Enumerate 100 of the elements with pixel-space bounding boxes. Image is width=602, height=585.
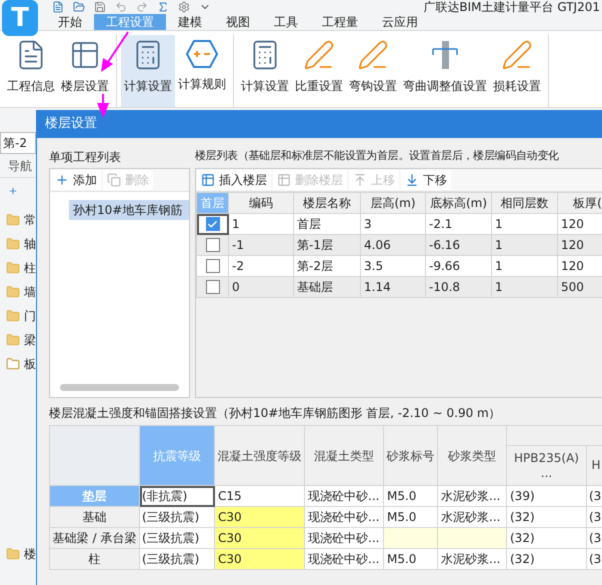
checkbox[interactable]	[206, 217, 220, 231]
redo-icon[interactable]	[136, 1, 148, 13]
ribbon-button[interactable]: 弯曲调整值设置	[400, 35, 490, 107]
folder-icon[interactable]	[6, 547, 20, 561]
table-cell: (32)	[506, 548, 586, 570]
open-folder-icon[interactable]	[6, 357, 20, 371]
ribbon-tab[interactable]: 工程量	[310, 14, 370, 30]
column-header[interactable]: 楼层名称	[294, 192, 360, 214]
table-cell: (三级抗震)	[140, 528, 214, 548]
ribbon-button[interactable]: 计算设置	[238, 35, 292, 107]
open-folder-icon[interactable]	[73, 1, 85, 13]
column-header[interactable]: 相同层数	[492, 192, 558, 214]
checkbox[interactable]	[206, 280, 220, 294]
ribbon-button[interactable]: 弯钩设置	[346, 35, 400, 107]
column-header[interactable]: HPB235(A) ...	[506, 446, 586, 486]
move-down-icon	[405, 173, 419, 187]
checkbox[interactable]	[206, 259, 220, 273]
section-title: 楼层混凝土强度和锚固搭接设置（孙村10#地车库钢筋图形 首层, -2.10 ~ 0.90 m）	[48, 405, 502, 422]
ribbon-button[interactable]: 损耗设置	[490, 35, 544, 107]
table-cell: 现浇砼中砂...	[304, 506, 384, 528]
column-header[interactable]: 砂浆类型	[438, 426, 506, 486]
folder-icon[interactable]	[6, 285, 20, 299]
column-header[interactable]: 混凝土强度等级	[214, 426, 304, 486]
settings-icon[interactable]	[178, 1, 190, 13]
sum-icon[interactable]	[157, 1, 169, 13]
table-cell: C15	[214, 486, 304, 506]
row-header[interactable]: 基础梁 / 承台梁	[50, 528, 140, 548]
nav-item[interactable]: 门	[24, 307, 36, 325]
pencil-icon	[501, 39, 533, 71]
column-header[interactable]: 编码	[228, 192, 294, 214]
column-icon	[430, 39, 460, 71]
pencil-icon	[357, 39, 389, 71]
panel-title: 楼层列表（基础层和标准层不能设置为首层。设置首层后，楼层编码自动变化	[195, 148, 560, 164]
table-cell: (32)	[506, 528, 586, 548]
row-header[interactable]: 柱	[50, 548, 140, 570]
floor-dropdown[interactable]: 第-2	[0, 132, 36, 154]
project-item[interactable]: 孙村10#地车库钢筋	[69, 200, 189, 220]
table-cell: 0	[228, 276, 294, 298]
folder-icon[interactable]	[6, 213, 20, 227]
hexagon-icon	[185, 39, 219, 69]
ribbon-button[interactable]: 比重设置	[292, 35, 346, 107]
insert-row-icon	[201, 173, 215, 187]
column-header[interactable]: H	[586, 446, 602, 486]
table-cell: 基础层	[294, 276, 360, 298]
table-cell: M5.0	[384, 486, 438, 506]
table-cell: 1	[492, 276, 558, 298]
ribbon-tab[interactable]: 建模	[166, 14, 214, 30]
nav-item[interactable]: 常	[24, 211, 36, 229]
folder-icon[interactable]	[6, 237, 20, 251]
table-cell: (三级抗震)	[140, 548, 214, 570]
column-header[interactable]: 砂浆标号	[384, 426, 438, 486]
ribbon-button[interactable]: 楼层设置	[58, 35, 112, 107]
add-icon[interactable]	[8, 186, 18, 196]
folder-icon[interactable]	[6, 309, 20, 323]
panel-title: 单项工程列表	[49, 149, 122, 166]
column-header[interactable]: 底标高(m)	[426, 192, 492, 214]
table-cell: (39)	[506, 486, 586, 506]
annotation-arrow	[97, 94, 109, 118]
table-row[interactable]: 1 首层 3 -2.1 1 120	[196, 214, 602, 234]
scrollbar[interactable]	[60, 384, 179, 391]
nav-item[interactable]: 楼	[24, 545, 36, 563]
table-cell: 现浇砼中砂...	[304, 486, 384, 506]
table-cell: (三级抗震)	[140, 506, 214, 528]
dialog-title-bar: 楼层设置	[37, 110, 602, 138]
table-cell: C30	[214, 528, 304, 548]
ribbon-button[interactable]: 计算规则	[175, 35, 229, 107]
table-row[interactable]: -2 第-2层 3.5 -9.66 1 120	[196, 256, 602, 276]
column-header[interactable]: 混凝土类型	[304, 426, 384, 486]
nav-item[interactable]: 板	[24, 355, 36, 373]
nav-item[interactable]: 墙	[24, 283, 36, 301]
table-cell: 1.14	[360, 276, 426, 298]
column-header[interactable]: 板厚(	[558, 192, 602, 214]
ribbon-tab[interactable]: 工具	[262, 14, 310, 30]
nav-item[interactable]: 柱	[24, 259, 36, 277]
plus-icon	[55, 173, 69, 187]
column-header[interactable]: 层高(m)	[360, 192, 426, 214]
check-icon	[207, 218, 218, 230]
folder-icon[interactable]	[6, 261, 20, 275]
toolbar-button[interactable]: 下移	[401, 170, 451, 190]
table-row[interactable]: -1 第-1层 4.06 -6.16 1 120	[196, 234, 602, 256]
folder-icon[interactable]	[6, 333, 20, 347]
toolbar-button[interactable]: 插入楼层	[197, 170, 271, 190]
ribbon-button[interactable]: 计算设置	[121, 35, 175, 107]
row-header[interactable]: 基础	[50, 506, 140, 528]
ribbon-tab[interactable]: 开始	[46, 14, 94, 30]
ribbon-tab[interactable]: 云应用	[370, 14, 430, 30]
new-file-icon[interactable]	[52, 1, 64, 13]
table-row[interactable]: 0 基础层 1.14 -10.8 1 500	[196, 276, 602, 298]
ribbon-button[interactable]: 工程信息	[4, 35, 58, 107]
checkbox[interactable]	[206, 238, 220, 252]
pencil-icon	[303, 39, 335, 71]
nav-item[interactable]: 梁	[24, 331, 36, 349]
save-icon[interactable]	[94, 1, 106, 13]
table-cell: 水泥砂浆...	[438, 506, 506, 528]
ribbon-tab[interactable]: 视图	[214, 14, 262, 30]
undo-icon[interactable]	[115, 1, 127, 13]
table-cell: 水泥砂浆...	[438, 486, 506, 506]
toolbar-button[interactable]: 添加	[51, 170, 101, 190]
table-cell: 现浇砼中砂...	[304, 528, 384, 548]
nav-item[interactable]: 轴	[24, 235, 36, 253]
